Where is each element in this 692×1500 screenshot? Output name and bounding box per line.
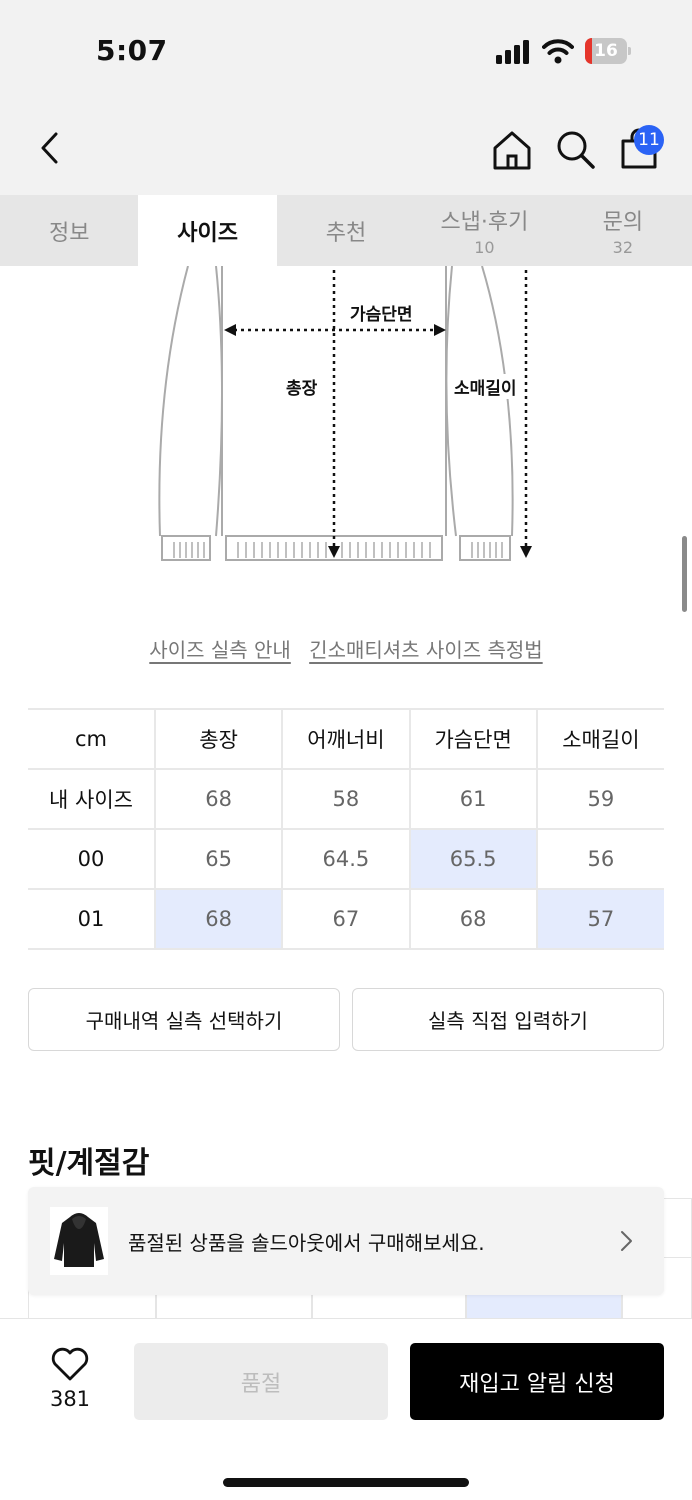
row-label: 내 사이즈 <box>28 768 156 830</box>
tab-label: 추천 <box>325 220 367 246</box>
table-row: 내 사이즈 68 58 61 59 <box>28 768 664 830</box>
tab-label: 문의 <box>602 210 644 235</box>
table-header: cm <box>28 708 156 770</box>
table-header: 소매길이 <box>535 708 664 770</box>
table-row: 01 68 67 68 57 <box>28 888 664 950</box>
soldout-banner[interactable]: 품절된 상품을 솔드아웃에서 구매해보세요. <box>28 1187 664 1295</box>
table-cell: 59 <box>535 768 664 830</box>
home-indicator <box>223 1478 469 1487</box>
sweatshirt-diagram <box>158 265 532 561</box>
status-bar: 5:07 16 <box>0 0 692 100</box>
table-cell: 57 <box>535 888 664 950</box>
soldout-button: 품절 <box>134 1343 388 1420</box>
tab-size[interactable]: 사이즈 <box>138 195 277 266</box>
search-icon[interactable] <box>554 128 596 170</box>
fit-season-title: 핏/계절감 <box>28 1146 150 1181</box>
size-table: cm 총장 어깨너비 가슴단면 소매길이 내 사이즈 68 58 61 59 0… <box>28 708 664 950</box>
battery-level: 16 <box>594 41 618 61</box>
battery-icon: 16 <box>585 38 631 64</box>
select-purchase-history-button[interactable]: 구매내역 실측 선택하기 <box>28 988 340 1051</box>
status-time: 5:07 <box>96 34 168 67</box>
back-icon[interactable] <box>34 130 66 166</box>
table-cell: 65 <box>153 828 284 890</box>
tab-bar: 정보 사이즈 추천 스냅·후기 10 문의 32 <box>0 195 692 266</box>
like-count: 381 <box>49 1387 91 1411</box>
home-icon[interactable] <box>490 128 534 172</box>
tab-count: 32 <box>612 238 633 257</box>
table-cell: 64.5 <box>281 828 411 890</box>
sleeve-label: 소매길이 <box>454 374 517 399</box>
restock-alert-button[interactable]: 재입고 알림 신청 <box>410 1343 664 1420</box>
table-cell: 58 <box>281 768 411 830</box>
table-cell: 67 <box>281 888 411 950</box>
table-header: 어깨너비 <box>281 708 411 770</box>
tab-info[interactable]: 정보 <box>0 195 138 266</box>
length-label: 총장 <box>286 374 318 399</box>
row-label: 01 <box>28 888 156 950</box>
hoodie-thumbnail <box>50 1207 108 1275</box>
tab-snap-review[interactable]: 스냅·후기 10 <box>415 195 553 266</box>
tab-recommend[interactable]: 추천 <box>277 195 415 266</box>
chest-label: 가슴단면 <box>350 300 413 325</box>
direct-input-button[interactable]: 실측 직접 입력하기 <box>352 988 664 1051</box>
tab-inquiry[interactable]: 문의 32 <box>554 195 692 266</box>
scrollbar[interactable] <box>682 536 687 612</box>
table-cell: 61 <box>408 768 538 830</box>
cart-count-badge[interactable]: 11 <box>634 125 664 155</box>
chevron-right-icon <box>621 1231 632 1251</box>
table-row: 00 65 64.5 65.5 56 <box>28 828 664 890</box>
table-header-row: cm 총장 어깨너비 가슴단면 소매길이 <box>28 708 664 770</box>
row-label: 00 <box>28 828 156 890</box>
table-cell: 68 <box>153 768 284 830</box>
tab-label: 사이즈 <box>177 220 238 246</box>
cellular-signal-icon <box>496 40 529 64</box>
size-guide-links: 사이즈 실측 안내 긴소매티셔츠 사이즈 측정법 <box>0 634 692 663</box>
tab-label: 스냅·후기 <box>440 210 529 235</box>
size-diagram: 가슴단면 총장 소매길이 <box>150 265 542 566</box>
heart-icon[interactable] <box>50 1346 90 1382</box>
table-cell: 68 <box>408 888 538 950</box>
table-cell: 68 <box>153 888 284 950</box>
table-cell: 56 <box>535 828 664 890</box>
measure-guide-link[interactable]: 긴소매티셔츠 사이즈 측정법 <box>309 638 543 662</box>
wifi-icon <box>542 39 574 64</box>
table-cell: 65.5 <box>408 828 538 890</box>
tab-count: 10 <box>474 238 495 257</box>
soldout-banner-text: 품절된 상품을 솔드아웃에서 구매해보세요. <box>128 1231 485 1255</box>
table-header: 총장 <box>153 708 284 770</box>
size-guide-link[interactable]: 사이즈 실측 안내 <box>149 638 291 662</box>
table-header: 가슴단면 <box>408 708 538 770</box>
tab-label: 정보 <box>48 220 90 246</box>
bottom-action-bar: 381 품절 재입고 알림 신청 <box>0 1318 692 1500</box>
